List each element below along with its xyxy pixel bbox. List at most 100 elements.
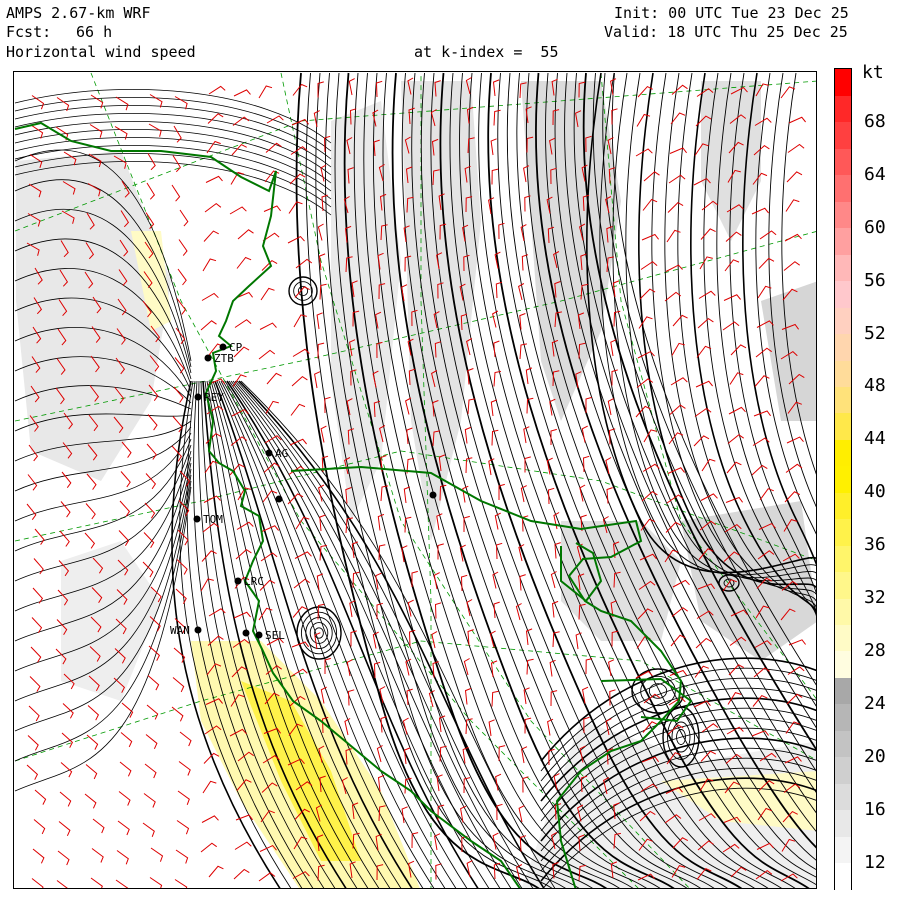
speed-zone <box>761 281 816 421</box>
wind-barb <box>751 464 768 476</box>
wind-barb <box>606 487 613 504</box>
wind-barb <box>321 194 328 212</box>
wind-barb <box>346 659 353 677</box>
wind-barb <box>755 347 772 358</box>
wind-barb <box>200 578 214 592</box>
wind-barb <box>519 574 526 591</box>
wind-barb <box>433 572 440 590</box>
wind-barb <box>550 571 557 589</box>
wind-barb <box>488 719 495 737</box>
wind-barb <box>495 542 503 560</box>
wind-barb <box>84 793 97 809</box>
wind-barb <box>62 703 74 719</box>
station-marker <box>242 629 250 637</box>
wind-barb <box>85 764 98 780</box>
wind-barb <box>316 312 323 330</box>
wind-barb <box>60 501 71 518</box>
station-label: REY <box>204 391 224 404</box>
wind-barb <box>59 530 70 547</box>
wind-barb <box>291 375 308 387</box>
station-marker: SEL <box>255 629 285 642</box>
wind-barb <box>56 880 68 888</box>
wind-barb <box>490 138 497 156</box>
wind-barb <box>84 532 96 549</box>
wind-barb <box>146 182 156 200</box>
colorbar-segment <box>835 307 851 335</box>
wind-barb <box>463 515 470 532</box>
wind-barb <box>404 516 412 533</box>
level-label: at k-index = 55 <box>414 43 559 61</box>
wind-barb <box>121 702 134 718</box>
wind-barb <box>640 261 658 270</box>
map-panel[interactable]: CP ZTB REY AG TOM LRC WAN SEL <box>13 71 817 889</box>
wind-barb <box>115 879 129 888</box>
wind-barb <box>671 342 685 356</box>
wind-barb <box>664 291 682 302</box>
wind-barb <box>171 706 184 722</box>
wind-barb <box>406 427 413 445</box>
vortex-ring <box>293 281 313 301</box>
wind-barb <box>700 228 716 240</box>
colorbar-label: 28 <box>864 639 886 661</box>
wind-barb <box>376 745 383 763</box>
wind-barb <box>174 357 185 374</box>
wind-barb <box>203 230 219 242</box>
wind-barb <box>34 789 47 805</box>
wind-barb <box>288 201 303 214</box>
wind-barb <box>116 850 129 865</box>
station-dot <box>275 495 283 503</box>
station-dot <box>194 626 202 634</box>
wind-barb <box>205 175 223 183</box>
wind-barb <box>33 819 46 835</box>
station-dot <box>429 491 437 499</box>
wind-barb <box>491 168 499 185</box>
colorbar-segment <box>835 254 851 282</box>
wind-barb <box>115 96 129 111</box>
wind-barb <box>375 80 383 98</box>
colorbar-segment <box>835 95 851 123</box>
colorbar-segment <box>835 677 851 705</box>
wind-barb <box>728 406 746 415</box>
wind-barb <box>176 820 190 835</box>
wind-barb <box>260 287 275 301</box>
wind-barb <box>491 690 499 707</box>
wind-barb <box>27 735 39 751</box>
wind-barb <box>208 85 226 95</box>
station-marker: LRC <box>234 575 264 588</box>
wind-barb <box>701 458 716 472</box>
valid-time: Valid: 18 UTC Thu 25 Dec 25 <box>604 23 848 41</box>
wind-barb <box>233 89 251 97</box>
wind-barb <box>26 503 37 520</box>
wind-barb <box>56 97 70 112</box>
wind-barb <box>550 428 557 445</box>
wind-barb <box>696 345 712 358</box>
wind-barb <box>788 639 806 646</box>
wind-barb <box>202 258 217 272</box>
wind-barb <box>492 832 499 850</box>
colorbar-label: 36 <box>864 534 886 556</box>
wind-barb <box>119 500 131 517</box>
wind-barb <box>464 426 472 444</box>
wind-barb <box>758 257 775 269</box>
wind-barb <box>730 344 747 356</box>
station-label: WAN <box>170 624 190 637</box>
colorbar-segment <box>835 439 851 467</box>
wind-barb <box>549 659 556 677</box>
wind-barb <box>58 821 71 837</box>
colorbar-label: 52 <box>864 322 886 344</box>
colorbar-segment <box>835 756 851 784</box>
wind-map[interactable]: CPZTBREYAGTOMLRCWAN SEL <box>14 72 817 889</box>
colorbar-segment <box>835 148 851 176</box>
wind-barb <box>788 116 806 124</box>
wind-barb <box>118 791 131 806</box>
wind-barb <box>666 229 681 243</box>
wind-barb <box>120 732 133 748</box>
wind-barb <box>143 793 156 808</box>
wind-barb <box>319 283 327 300</box>
wind-barb <box>434 602 442 619</box>
wind-barb <box>642 198 658 211</box>
wind-barb <box>520 485 527 503</box>
wind-barb <box>605 457 612 475</box>
init-time: Init: 00 UTC Tue 23 Dec 25 <box>614 4 849 22</box>
colorbar-segment <box>835 545 851 573</box>
